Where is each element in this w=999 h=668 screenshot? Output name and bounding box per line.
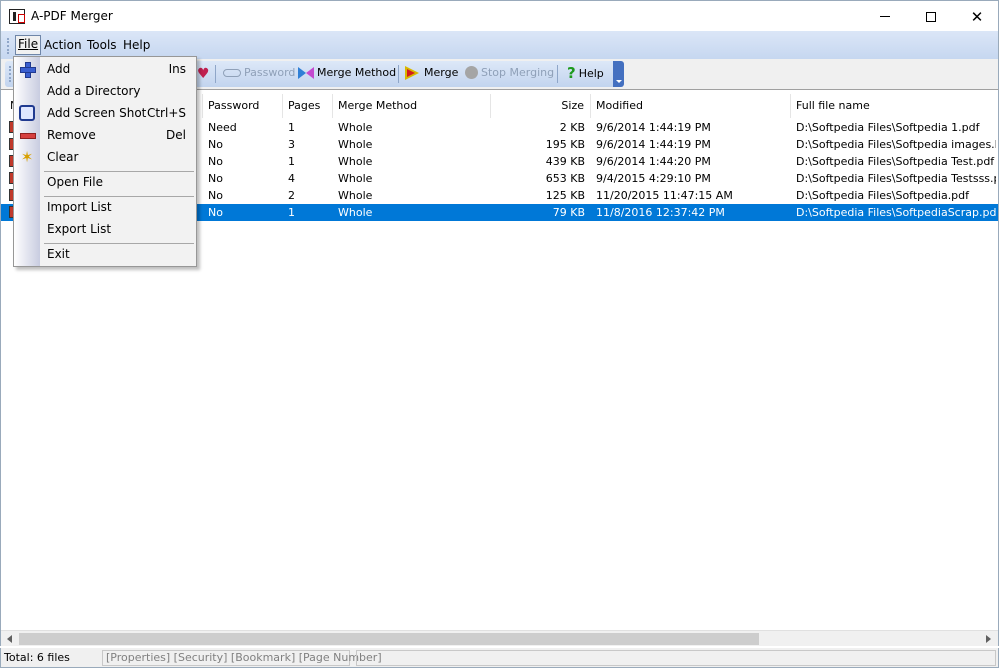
cell-pages: 1 xyxy=(288,206,295,219)
properties-button[interactable]: ♥ xyxy=(197,66,210,82)
cell-pages: 1 xyxy=(288,121,295,134)
menubar-grip[interactable] xyxy=(7,38,10,54)
menu-item-export-list[interactable]: Export List xyxy=(40,218,196,240)
cell-path: D:\Softpedia Files\Softpedia Testsss.pdf xyxy=(796,172,996,185)
cell-modified: 9/4/2015 4:29:10 PM xyxy=(596,172,711,185)
cell-size: 195 KB xyxy=(545,138,585,151)
screenshot-icon xyxy=(19,105,35,121)
cell-modified: 9/6/2014 1:44:20 PM xyxy=(596,155,711,168)
merge-button[interactable]: Merge xyxy=(405,66,458,80)
cell-method: Whole xyxy=(338,206,373,219)
cell-modified: 9/6/2014 1:44:19 PM xyxy=(596,138,711,151)
cell-modified: 9/6/2014 1:44:19 PM xyxy=(596,121,711,134)
cell-password: No xyxy=(208,172,223,185)
cell-path: D:\Softpedia Files\SoftpediaScrap.pdf xyxy=(796,206,996,219)
cell-pages: 1 xyxy=(288,155,295,168)
cell-path: D:\Softpedia Files\Softpedia.pdf xyxy=(796,189,970,202)
menu-item-clear[interactable]: Clear xyxy=(40,146,196,168)
cell-size: 125 KB xyxy=(545,189,585,202)
scroll-right-icon[interactable] xyxy=(980,633,996,645)
menu-item-add-directory[interactable]: Add a Directory xyxy=(40,80,196,102)
file-menu-dropdown: Add Ins Add a Directory Add Screen Shot … xyxy=(13,56,197,267)
cell-path: D:\Softpedia Files\Softpedia images.PDF xyxy=(796,138,996,151)
toolbar-separator xyxy=(215,65,216,83)
column-header-password[interactable]: Password xyxy=(203,94,283,118)
cell-pages: 4 xyxy=(288,172,295,185)
column-header-full-file-name[interactable]: Full file name xyxy=(791,94,998,118)
merge-method-button[interactable]: Merge Method xyxy=(298,66,396,79)
menu-item-add-screen-shot[interactable]: Add Screen Shot Ctrl+S xyxy=(40,102,196,124)
horizontal-scrollbar[interactable] xyxy=(1,630,998,646)
cell-password: Need xyxy=(208,121,237,134)
scroll-left-icon[interactable] xyxy=(3,633,19,645)
cell-size: 439 KB xyxy=(545,155,585,168)
cell-modified: 11/20/2015 11:47:15 AM xyxy=(596,189,733,202)
cell-method: Whole xyxy=(338,121,373,134)
cell-method: Whole xyxy=(338,189,373,202)
merge-icon xyxy=(405,66,421,80)
status-total: Total: 6 files xyxy=(4,651,70,664)
cell-pages: 3 xyxy=(288,138,295,151)
maximize-icon xyxy=(926,11,936,22)
cell-method: Whole xyxy=(338,155,373,168)
menu-tools[interactable]: Tools xyxy=(85,37,119,53)
menu-item-open-file[interactable]: Open File xyxy=(40,171,196,193)
add-icon xyxy=(19,61,36,78)
menu-item-remove[interactable]: Remove Del xyxy=(40,124,196,146)
cell-path: D:\Softpedia Files\Softpedia Test.pdf xyxy=(796,155,995,168)
stop-merging-button[interactable]: Stop Merging xyxy=(465,66,554,79)
cell-password: No xyxy=(208,206,223,219)
column-header-modified[interactable]: Modified xyxy=(591,94,791,118)
heart-icon: ♥ xyxy=(197,66,210,82)
cell-password: No xyxy=(208,189,223,202)
column-header-pages[interactable]: Pages xyxy=(283,94,333,118)
cell-size: 2 KB xyxy=(559,121,585,134)
title-bar: A-PDF Merger ✕ xyxy=(0,0,999,31)
close-button[interactable]: ✕ xyxy=(954,1,999,32)
maximize-button[interactable] xyxy=(908,1,954,32)
scrollbar-thumb[interactable] xyxy=(19,633,759,645)
merge-method-icon xyxy=(298,66,314,79)
column-header-size[interactable]: Size xyxy=(491,94,591,118)
remove-icon xyxy=(19,127,36,143)
menu-item-add[interactable]: Add Ins xyxy=(40,58,196,80)
toolbar-overflow-button[interactable] xyxy=(613,61,624,87)
cell-password: No xyxy=(208,138,223,151)
cell-size: 653 KB xyxy=(545,172,585,185)
menu-action[interactable]: Action xyxy=(42,37,84,53)
help-button[interactable]: ? Help xyxy=(567,64,604,82)
cell-pages: 2 xyxy=(288,189,295,202)
status-links[interactable]: [Properties] [Security] [Bookmark] [Page… xyxy=(106,651,382,664)
close-icon: ✕ xyxy=(970,7,984,26)
cell-modified: 11/8/2016 12:37:42 PM xyxy=(596,206,725,219)
password-button[interactable]: Password xyxy=(223,66,295,79)
column-header-merge-method[interactable]: Merge Method xyxy=(333,94,491,118)
cell-password: No xyxy=(208,155,223,168)
window-title: A-PDF Merger xyxy=(31,9,113,23)
toolbar-separator xyxy=(398,65,399,83)
toolbar-grip[interactable] xyxy=(9,66,12,82)
stop-icon xyxy=(465,66,478,79)
menu-item-import-list[interactable]: Import List xyxy=(40,196,196,218)
menu-help[interactable]: Help xyxy=(121,37,152,53)
minimize-button[interactable] xyxy=(862,1,908,32)
menu-bar: File Action Tools Help xyxy=(0,31,999,59)
clear-icon: ✶ xyxy=(20,148,34,166)
cell-path: D:\Softpedia Files\Softpedia 1.pdf xyxy=(796,121,980,134)
status-bar: Total: 6 files [Properties] [Security] [… xyxy=(0,648,999,668)
menu-file[interactable]: File xyxy=(15,35,42,55)
cell-method: Whole xyxy=(338,138,373,151)
key-icon xyxy=(223,68,241,77)
minimize-icon xyxy=(880,16,890,17)
cell-method: Whole xyxy=(338,172,373,185)
cell-size: 79 KB xyxy=(552,206,585,219)
help-icon: ? xyxy=(567,64,576,82)
menu-item-exit[interactable]: Exit xyxy=(40,243,196,265)
toolbar-separator xyxy=(557,65,558,83)
status-progress-panel xyxy=(356,650,996,666)
app-icon xyxy=(9,9,25,24)
